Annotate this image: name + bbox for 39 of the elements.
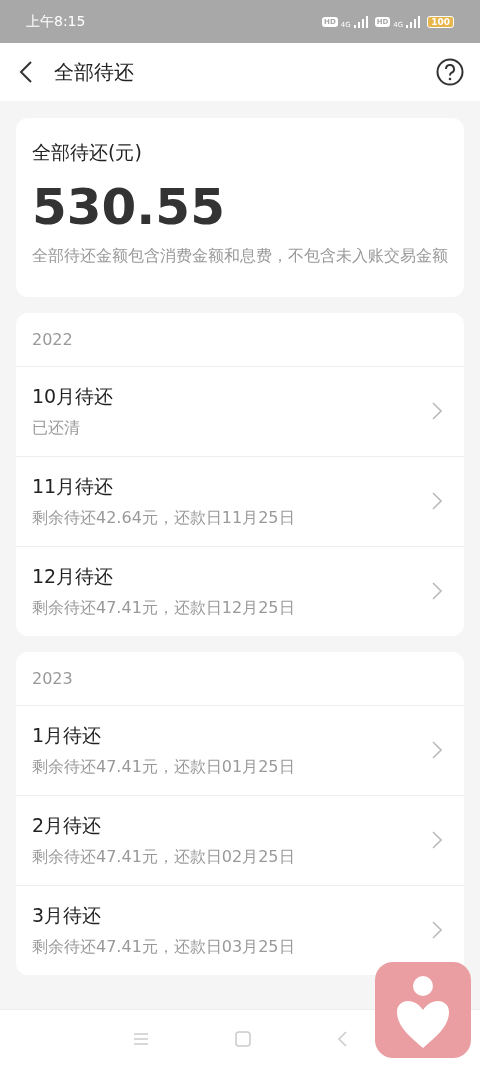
month-title: 12月待还 [32,563,115,589]
month-row[interactable]: 11月待还 剩余待还42.64元，还款日11月25日 [16,456,464,547]
month-detail: 剩余待还47.41元，还款日01月25日 [32,756,296,778]
month-detail: 剩余待还47.41元，还款日02月25日 [32,846,296,868]
battery-level: 100 [427,15,454,28]
chevron-icon [432,402,442,421]
chevron-icon [432,582,442,601]
menu-icon[interactable] [133,1031,149,1046]
summary-note: 全部待还金额包含消费金额和息费，不包含未入账交易金额 [32,245,448,267]
home-icon[interactable] [235,1030,251,1047]
month-title: 10月待还 [32,383,115,409]
month-row[interactable]: 2月待还 剩余待还47.41元，还款日02月25日 [16,795,464,886]
signal-icon [353,15,368,28]
month-title: 3月待还 [32,902,103,928]
chevron-icon [432,831,442,850]
month-detail: 剩余待还47.41元，还款日03月25日 [32,936,296,958]
back-icon[interactable] [18,60,34,84]
month-title: 1月待还 [32,722,103,748]
year-label: 2023 [16,651,464,706]
month-row[interactable]: 3月待还 剩余待还47.41元，还款日03月25日 [16,885,464,975]
signal-icon [406,15,421,28]
month-row[interactable]: 12月待还 剩余待还47.41元，还款日12月25日 [16,546,464,636]
help-icon[interactable] [436,58,464,86]
heart-app-icon[interactable] [375,962,471,1058]
month-title: 11月待还 [32,473,115,499]
year-label: 2022 [16,312,464,367]
summary-label: 全部待还(元) [32,140,143,165]
chevron-icon [432,921,442,940]
month-detail: 剩余待还47.41元，还款日12月25日 [32,597,296,619]
month-row[interactable]: 10月待还 已还清 [16,366,464,457]
month-detail: 剩余待还42.64元，还款日11月25日 [32,507,296,529]
status-time: 上午8:15 [26,12,86,31]
chevron-icon [432,492,442,511]
chevron-icon [432,741,442,760]
total-amount: 530.55 [32,180,226,235]
month-row[interactable]: 1月待还 剩余待还47.41元，还款日01月25日 [16,705,464,796]
month-title: 2月待还 [32,812,103,838]
month-detail: 已还清 [32,417,81,439]
page-title: 全部待还 [54,58,135,86]
